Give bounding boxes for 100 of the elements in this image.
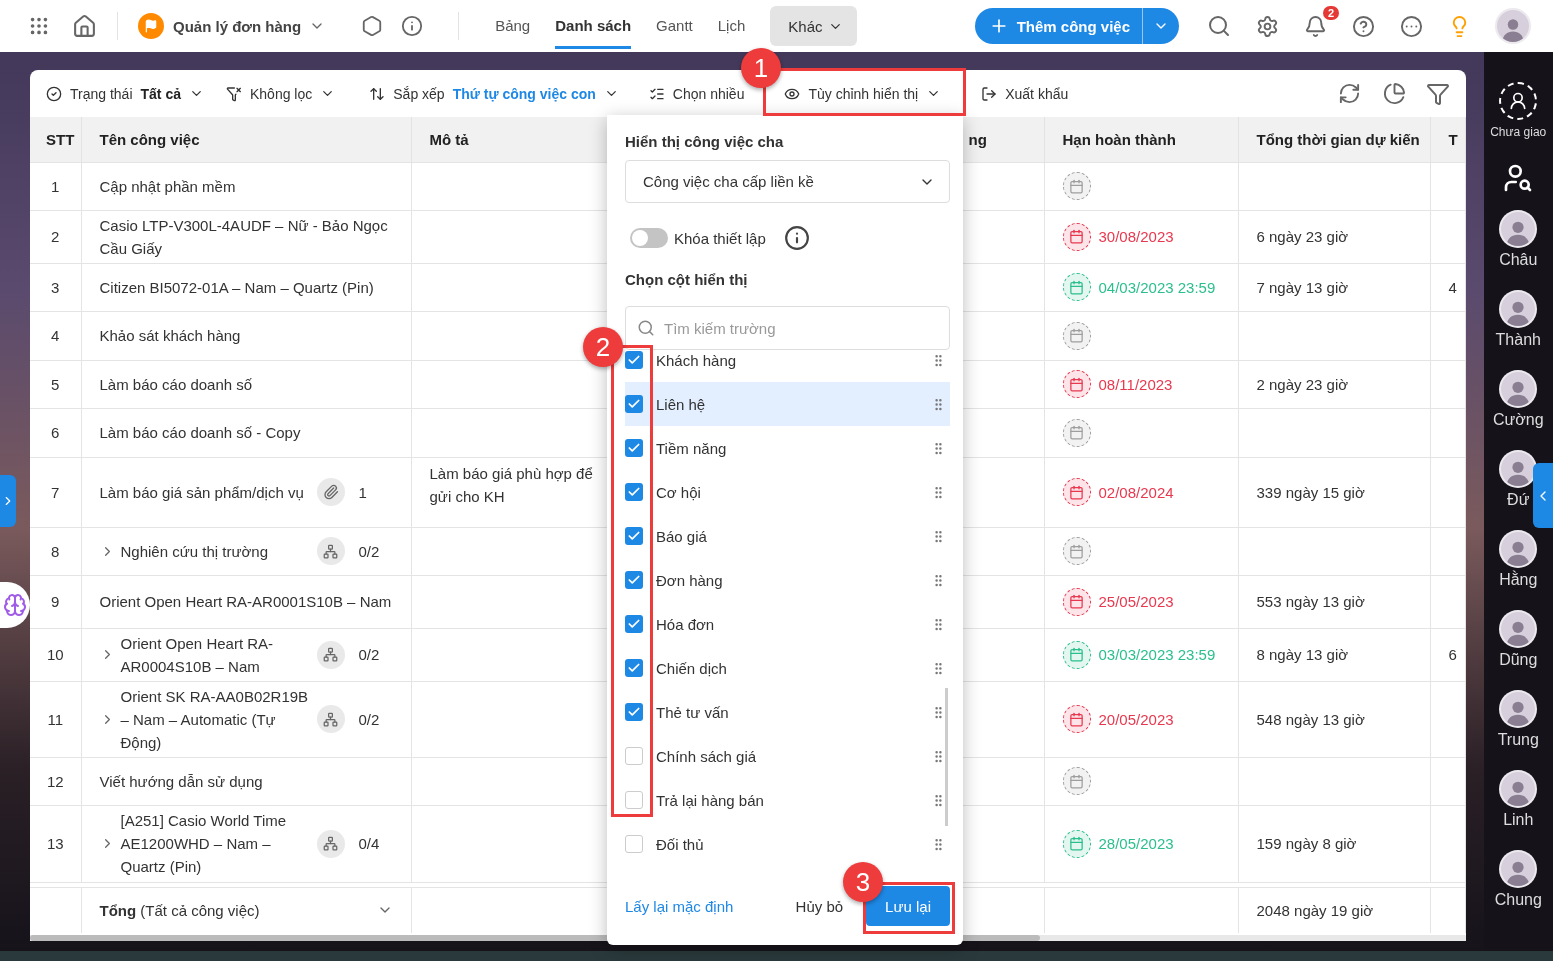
more-icon[interactable]	[1400, 14, 1423, 38]
checkbox[interactable]	[625, 835, 643, 853]
notification-icon[interactable]	[1304, 14, 1327, 38]
checkbox[interactable]	[625, 747, 643, 765]
checkbox[interactable]	[625, 791, 643, 809]
column-option[interactable]: Liên hệ	[625, 382, 950, 426]
calendar-icon[interactable]	[1062, 370, 1091, 398]
checkbox[interactable]	[625, 659, 643, 677]
lock-toggle[interactable]	[630, 228, 668, 248]
task-name[interactable]: Orient Open Heart RA-AR0001S10B – Nam	[99, 590, 393, 613]
member-avatar[interactable]	[1499, 850, 1538, 888]
column-option[interactable]: Cơ hội	[625, 470, 950, 514]
scrollbar-thumb[interactable]	[945, 688, 948, 826]
parent-task-select[interactable]: Công việc cha cấp liền kề	[625, 160, 950, 203]
info-icon[interactable]	[783, 225, 810, 251]
checkbox[interactable]	[625, 615, 643, 633]
deadline-date: 25/05/2023	[1098, 592, 1174, 612]
column-option[interactable]: Báo giá	[625, 514, 950, 558]
member-avatar[interactable]	[1499, 290, 1538, 328]
multi-select-button[interactable]: Chọn nhiều	[648, 85, 745, 102]
calendar-icon[interactable]	[1062, 273, 1091, 301]
calendar-icon[interactable]	[1062, 767, 1091, 795]
view-tab[interactable]: Danh sách	[555, 3, 632, 49]
checkbox[interactable]	[625, 395, 643, 413]
task-name[interactable]: Viết hướng dẫn sử dụng	[99, 769, 393, 793]
member-name[interactable]: Chung	[1494, 890, 1542, 909]
task-name[interactable]: Orient Open Heart RA-AR0004S10B – Nam	[120, 631, 311, 678]
calendar-icon[interactable]	[1062, 222, 1091, 251]
member-name[interactable]: Linh	[1503, 810, 1534, 829]
member-avatar[interactable]	[1499, 770, 1538, 808]
checkbox[interactable]	[625, 439, 643, 457]
checkbox[interactable]	[625, 703, 643, 721]
column-option[interactable]: Hóa đơn	[625, 602, 950, 646]
column-option[interactable]: Trả lại hàng bán	[625, 778, 950, 822]
task-name[interactable]: Citizen BI5072-01A – Nam – Quartz (Pin)	[99, 275, 393, 299]
task-name[interactable]: [A251] Casio World Time AE1200WHD – Nam – Quartz (Pin)	[120, 809, 311, 878]
calendar-icon[interactable]	[1062, 537, 1091, 565]
member-name[interactable]: Dũng	[1499, 650, 1538, 669]
calendar-icon[interactable]	[1062, 321, 1091, 350]
column-option[interactable]: Thẻ tư vấn	[625, 690, 950, 734]
task-name[interactable]: Làm báo cáo doanh số - Copy	[99, 421, 393, 444]
unassigned-icon[interactable]	[1499, 82, 1538, 120]
apps-menu-icon[interactable]	[28, 15, 50, 37]
pie-chart-icon[interactable]	[1382, 82, 1406, 105]
calendar-icon[interactable]	[1062, 172, 1091, 200]
search-icon[interactable]	[1207, 14, 1231, 38]
member-avatar[interactable]	[1499, 690, 1538, 728]
help-icon[interactable]	[1352, 14, 1375, 38]
refresh-icon[interactable]	[1337, 82, 1361, 105]
calendar-icon[interactable]	[1062, 418, 1091, 447]
checkbox[interactable]	[625, 571, 643, 589]
home-icon[interactable]	[72, 13, 97, 39]
view-tab[interactable]: Lịch	[717, 3, 746, 49]
view-tab[interactable]: Bảng	[495, 3, 531, 49]
member-name[interactable]: Trung	[1497, 730, 1539, 749]
info-icon[interactable]	[401, 15, 424, 37]
member-avatar[interactable]	[1499, 210, 1538, 248]
column-option-label: Hóa đơn	[656, 615, 716, 633]
member-avatar[interactable]	[1499, 370, 1538, 408]
member-name[interactable]: Hằng	[1499, 570, 1538, 589]
task-name[interactable]: Casio LTP-V300L-4AUDF – Nữ - Bảo Ngọc Cầu Giấy	[99, 213, 393, 260]
field-search-input[interactable]: Tìm kiếm trường	[625, 306, 950, 350]
view-tab[interactable]: Gantt	[656, 3, 693, 49]
task-name[interactable]: Làm báo cáo doanh số	[99, 372, 393, 396]
brain-icon[interactable]	[0, 582, 30, 628]
filter-icon[interactable]	[1425, 81, 1450, 106]
task-name[interactable]: Cập nhật phần mềm	[99, 174, 393, 198]
status-filter[interactable]: Trạng thái Tất cả	[46, 85, 204, 102]
more-menu[interactable]: Khác	[770, 6, 857, 46]
display-settings-dropdown[interactable]: Tùy chỉnh hiển thị	[784, 85, 942, 102]
reset-default-link[interactable]: Lấy lại mặc định	[625, 897, 734, 915]
export-button[interactable]: Xuất khẩu	[981, 85, 1069, 102]
column-option-label: Chiến dịch	[656, 659, 728, 677]
task-name[interactable]: Orient SK RA-AA0B02R19B – Nam – Automatic (Tự Động)	[120, 684, 311, 754]
sort-dropdown[interactable]: Sắp xếp Thứ tự công việc con	[369, 85, 619, 102]
checkbox[interactable]	[625, 351, 643, 369]
column-option[interactable]: Chiến dịch	[625, 646, 950, 690]
member-avatar[interactable]	[1499, 610, 1538, 648]
calendar-icon[interactable]	[1062, 640, 1091, 669]
member-name[interactable]: Châu	[1499, 250, 1538, 269]
user-avatar[interactable]	[1495, 8, 1531, 44]
calendar-icon[interactable]	[1062, 829, 1091, 858]
calendar-icon[interactable]	[1062, 587, 1091, 616]
member-name[interactable]: Thành	[1495, 330, 1541, 349]
task-name[interactable]: Khảo sát khách hàng	[99, 324, 393, 347]
checkbox[interactable]	[625, 527, 643, 545]
member-avatar[interactable]	[1499, 450, 1538, 488]
calendar-icon[interactable]	[1062, 478, 1091, 506]
task-name[interactable]: Làm báo giá sản phẩm/dịch vụ	[99, 480, 311, 504]
task-name[interactable]: Nghiên cứu thị trường	[120, 539, 311, 563]
column-option[interactable]: Tiềm năng	[625, 426, 950, 470]
member-name[interactable]: Đứ	[1507, 490, 1530, 509]
checkbox[interactable]	[625, 483, 643, 501]
filter-dropdown[interactable]: Không lọc	[226, 85, 336, 102]
column-option[interactable]: Chính sách giá	[625, 734, 950, 778]
column-option[interactable]: Đơn hàng	[625, 558, 950, 602]
member-name[interactable]: Cường	[1492, 410, 1544, 429]
project-name[interactable]: Quản lý đơn hàng	[173, 17, 302, 35]
calendar-icon[interactable]	[1062, 705, 1091, 733]
member-avatar[interactable]	[1499, 530, 1538, 568]
